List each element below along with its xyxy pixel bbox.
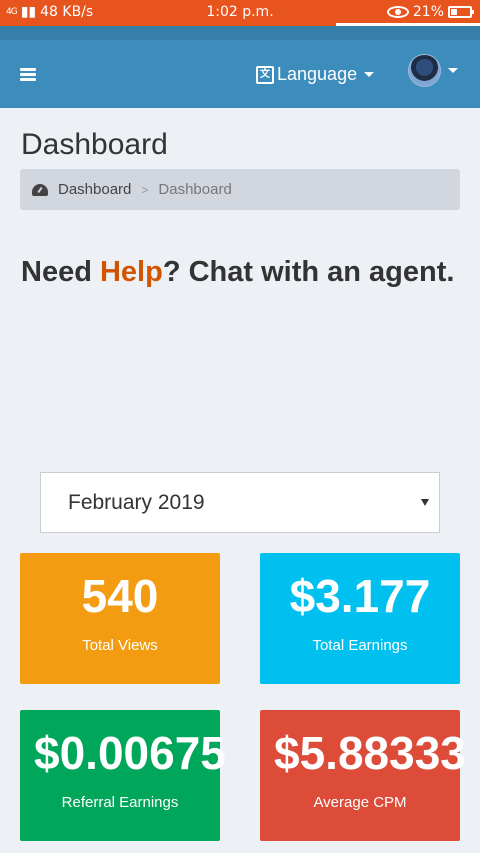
status-right: 21% <box>386 4 474 20</box>
translate-icon: 文 <box>256 65 274 84</box>
caret-down-icon <box>448 68 458 73</box>
stat-label: Total Views <box>82 637 158 654</box>
hamburger-icon-line <box>20 73 36 76</box>
language-label: Language <box>277 64 358 84</box>
hamburger-icon <box>20 68 36 71</box>
breadcrumb-separator: > <box>141 182 149 197</box>
stat-box-average-cpm: $5.88333 Average CPM <box>260 710 466 841</box>
stat-value: 540 <box>81 570 159 622</box>
stat-value: $5.88333 <box>274 727 466 779</box>
help-heading: Need Help? Chat with an agent. <box>21 256 454 289</box>
language-dropdown[interactable]: 文 Language <box>256 64 375 85</box>
menu-toggle-button[interactable] <box>20 68 36 82</box>
stat-box-referral-earnings: $0.00675 Referral Earnings <box>20 710 226 841</box>
user-menu[interactable] <box>408 54 458 87</box>
stat-box-total-earnings: $3.177 Total Earnings <box>260 553 460 684</box>
dashboard-icon <box>32 183 48 196</box>
select-arrow-icon <box>421 499 429 506</box>
month-select[interactable]: February 2019 <box>40 472 440 533</box>
status-bar: 4G ▮▮ 48 KB/s 1:02 p.m. 21% <box>0 0 480 26</box>
hamburger-icon-line <box>20 78 36 81</box>
breadcrumb-current: Dashboard <box>158 181 232 198</box>
stat-value: $3.177 <box>289 570 431 622</box>
navbar-strip <box>0 26 480 40</box>
stat-label: Total Earnings <box>312 637 408 654</box>
help-link[interactable]: Help <box>100 256 163 288</box>
eye-comfort-icon <box>386 6 409 18</box>
navbar: 文 Language <box>0 26 480 108</box>
caret-down-icon <box>364 72 375 77</box>
battery-icon <box>448 6 474 18</box>
stat-box-total-views: 540 Total Views <box>20 553 220 684</box>
breadcrumb: Dashboard > Dashboard <box>20 169 460 210</box>
help-prefix: Need <box>21 256 100 288</box>
stat-label: Referral Earnings <box>61 794 179 811</box>
month-select-value: February 2019 <box>68 490 205 514</box>
help-suffix: ? Chat with an agent. <box>162 256 455 288</box>
breadcrumb-link-dashboard[interactable]: Dashboard <box>58 181 131 198</box>
page-title: Dashboard <box>21 128 168 161</box>
battery-percent: 21% <box>412 4 444 20</box>
stat-label: Average CPM <box>313 794 407 811</box>
avatar <box>408 54 441 87</box>
stat-value: $0.00675 <box>34 727 226 779</box>
